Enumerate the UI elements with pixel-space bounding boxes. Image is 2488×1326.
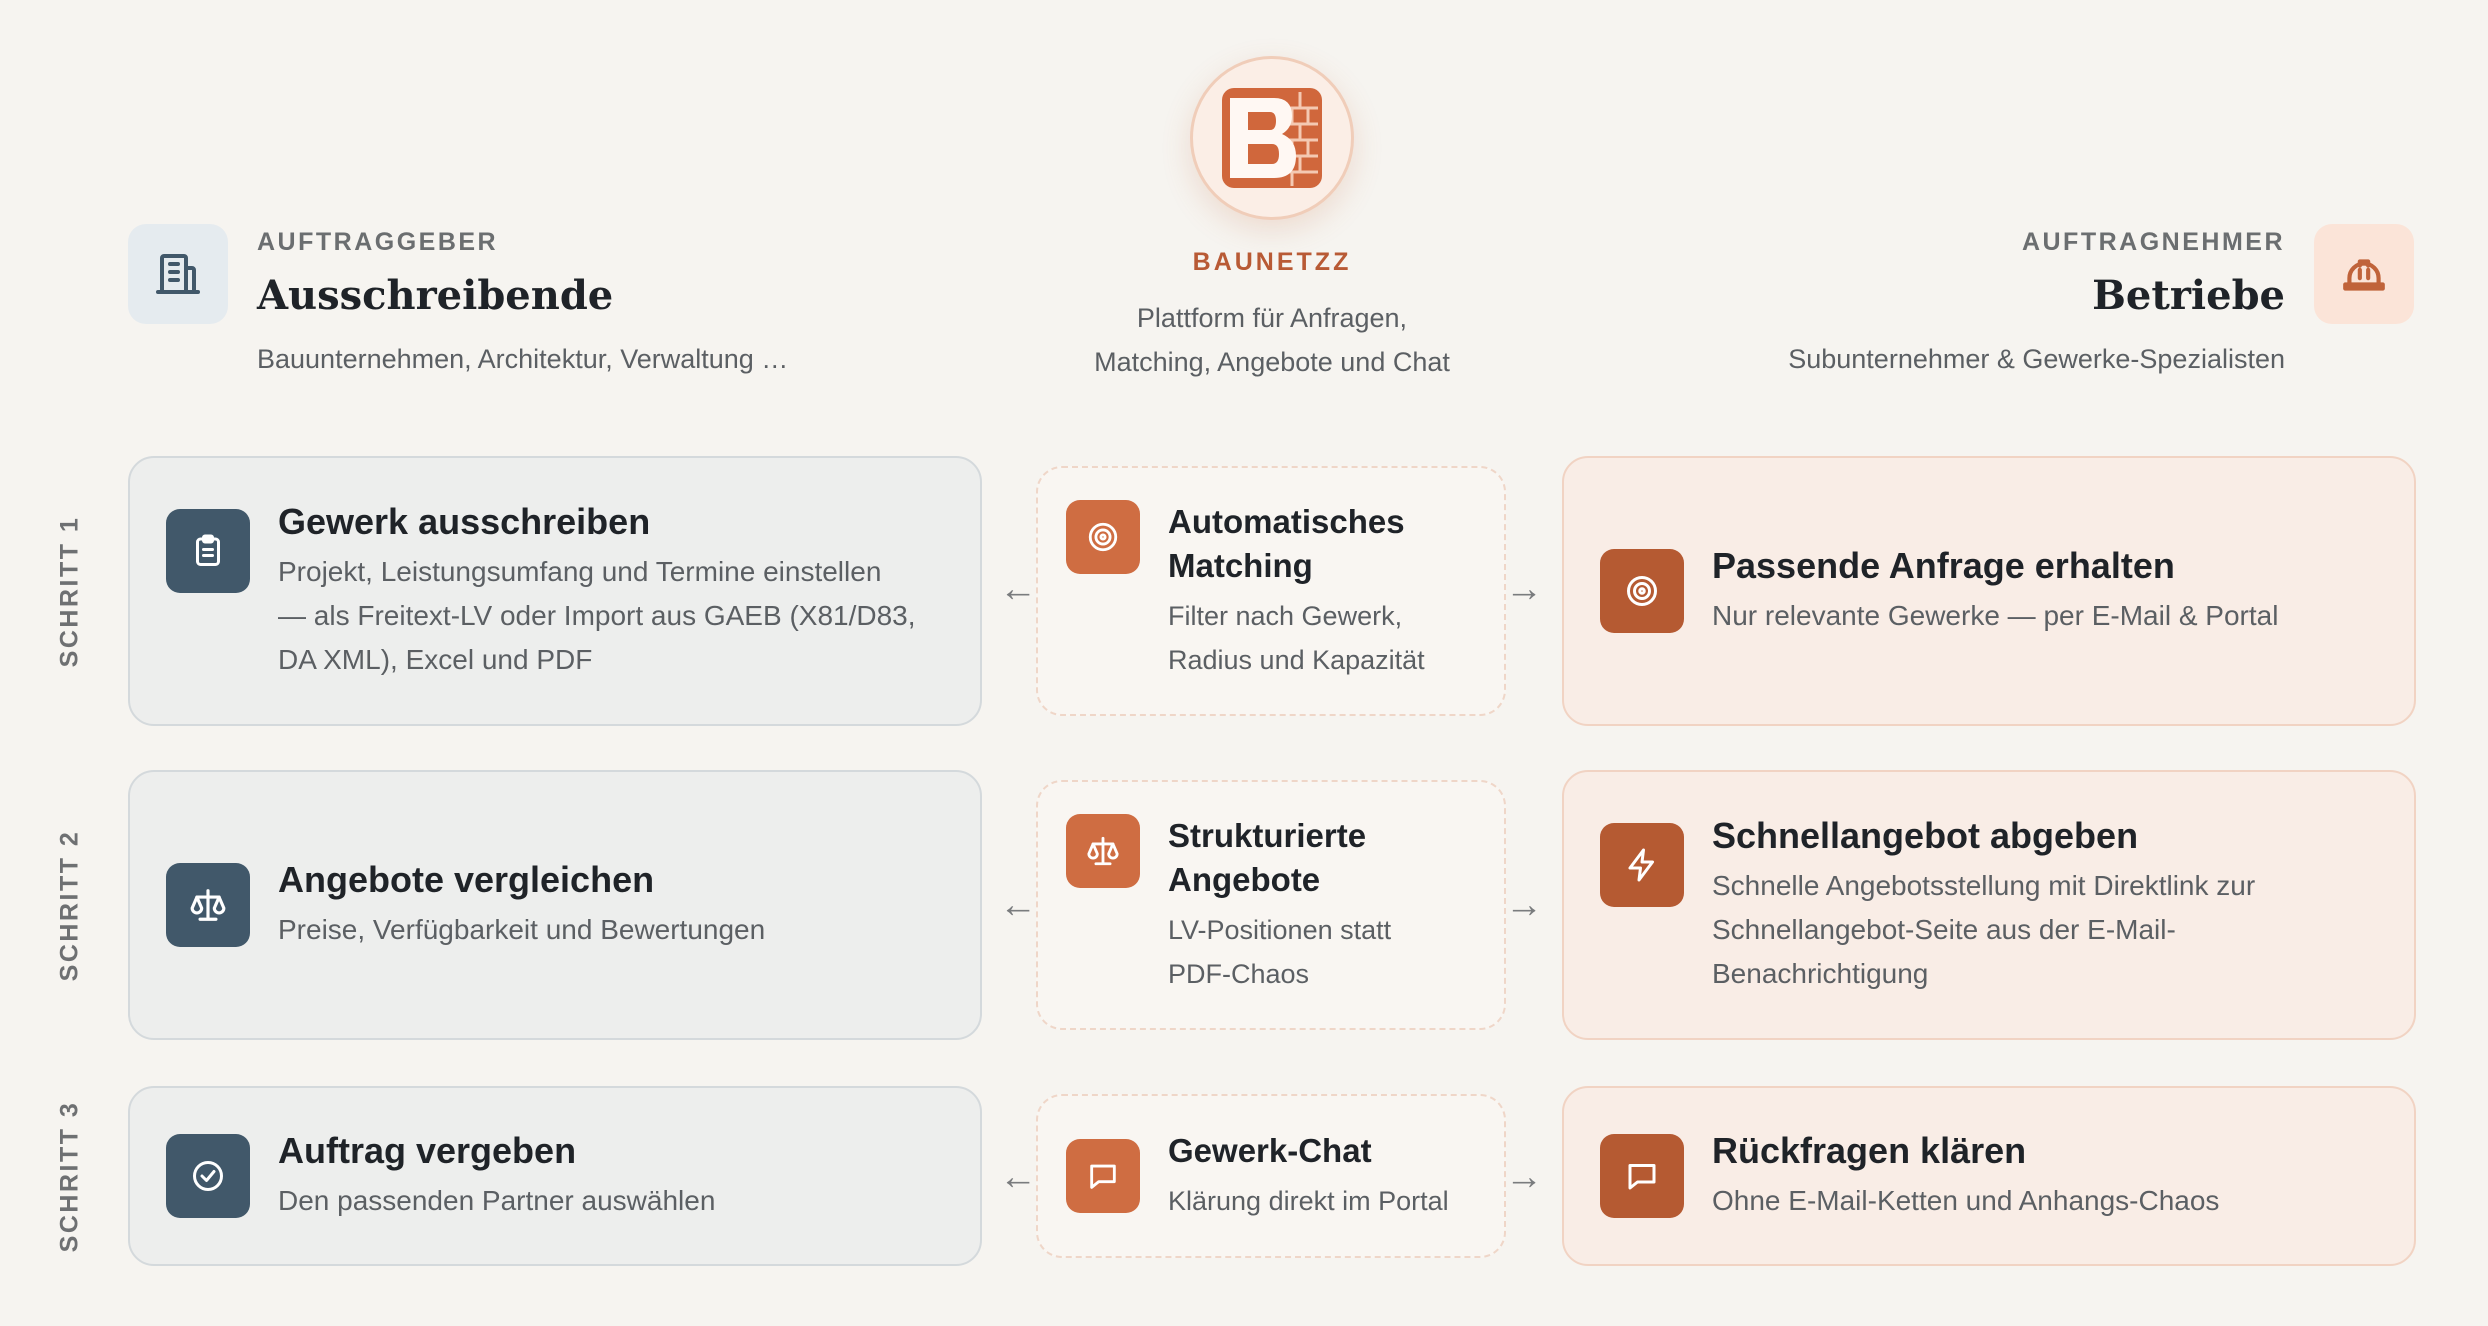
hard-hat-icon (2343, 259, 2385, 291)
step1-right-title: Passende Anfrage erhalten (1712, 545, 2175, 586)
step1-mid-card: Automatisches Matching Filter nach Gewer… (1036, 466, 1506, 716)
step2-left-card: Angebote vergleichen Preise, Verfügbarke… (128, 770, 982, 1040)
clipboard-icon-tile (166, 509, 250, 593)
step3-mid-desc: Klärung direkt im Portal (1168, 1186, 1449, 1216)
step2-mid-card: Strukturierte Angebote LV-Positionen sta… (1036, 780, 1506, 1030)
right-role-eyebrow: AUFTRAGNEHMER (2021, 228, 2285, 256)
step2-mid-desc: LV-Positionen statt PDF-Chaos (1168, 915, 1392, 989)
right-role-title: Betriebe (2092, 272, 2285, 319)
step-label-3: SCHRITT 3 (55, 1100, 84, 1252)
arrow-left-icon: ← (999, 568, 1037, 610)
step3-mid-title: Gewerk-Chat (1168, 1132, 1372, 1169)
scale-icon-tile (166, 863, 250, 947)
step3-right-title: Rückfragen klären (1712, 1130, 2027, 1171)
left-role-eyebrow: AUFTRAGGEBER (257, 228, 499, 256)
step-label-1: SCHRITT 1 (55, 515, 84, 667)
brand-name: BAUNETZZ (1192, 248, 1352, 276)
right-role-subtitle: Subunternehmer & Gewerke-Spezialisten (1788, 344, 2285, 374)
lightning-icon (1628, 848, 1654, 882)
step1-left-desc: Projekt, Leistungsumfang und Termine ein… (278, 556, 916, 675)
arrow-right-icon: → (1505, 884, 1543, 926)
step3-left-card: Auftrag vergeben Den passenden Partner a… (128, 1086, 982, 1266)
clipboard-icon (196, 534, 220, 566)
step1-mid-title: Automatisches Matching (1168, 503, 1405, 584)
step2-left-desc: Preise, Verfügbarkeit und Bewertungen (278, 914, 766, 945)
arrow-left-icon: ← (999, 884, 1037, 926)
step-label-2: SCHRITT 2 (55, 829, 84, 981)
target-icon-tile (1066, 500, 1140, 574)
check-circle-icon (193, 1161, 223, 1191)
step2-right-desc: Schnelle Angebotsstellung mit Direktlink… (1712, 870, 2256, 989)
step3-right-desc: Ohne E-Mail-Ketten und Anhangs-Chaos (1712, 1185, 2220, 1216)
step2-left-title: Angebote vergleichen (278, 859, 655, 900)
brand-subtitle: Plattform für Anfragen, Matching, Angebo… (1094, 303, 1450, 377)
left-role-title: Ausschreibende (257, 272, 614, 319)
building-icon-tile (128, 224, 228, 324)
step1-mid-desc: Filter nach Gewerk, Radius und Kapazität (1168, 601, 1425, 675)
target-icon (1088, 522, 1118, 552)
lightning-icon-tile (1600, 823, 1684, 907)
target-icon-tile (1600, 549, 1684, 633)
step3-left-desc: Den passenden Partner auswählen (278, 1185, 716, 1216)
step3-mid-card: Gewerk-Chat Klärung direkt im Portal (1036, 1094, 1506, 1258)
step1-right-desc: Nur relevante Gewerke — per E-Mail & Por… (1712, 600, 2279, 631)
chat-icon (1090, 1164, 1116, 1189)
step3-left-title: Auftrag vergeben (278, 1130, 577, 1171)
step2-right-title: Schnellangebot abgeben (1712, 815, 2139, 856)
baunetzz-logo (1190, 56, 1354, 220)
target-icon (1627, 576, 1657, 606)
step1-left-card: Gewerk ausschreiben Projekt, Leistungsum… (128, 456, 982, 726)
scale-icon (190, 889, 226, 921)
brick-b-logo-icon (1222, 88, 1322, 188)
arrow-left-icon: ← (999, 1156, 1037, 1198)
hard-hat-icon-tile (2314, 224, 2414, 324)
step2-mid-title: Strukturierte Angebote (1168, 817, 1367, 898)
chat-icon (1628, 1164, 1656, 1190)
chat-icon-tile (1600, 1134, 1684, 1218)
step1-right-card: Passende Anfrage erhalten Nur relevante … (1562, 456, 2416, 726)
check-circle-icon-tile (166, 1134, 250, 1218)
step1-left-title: Gewerk ausschreiben (278, 501, 651, 542)
chat-icon-tile (1066, 1139, 1140, 1213)
left-role-subtitle: Bauunternehmen, Architektur, Verwaltung … (257, 344, 789, 374)
step3-right-card: Rückfragen klären Ohne E-Mail-Ketten und… (1562, 1086, 2416, 1266)
building-icon (156, 254, 200, 294)
scale-icon-tile (1066, 814, 1140, 888)
arrow-right-icon: → (1505, 1156, 1543, 1198)
arrow-right-icon: → (1505, 568, 1543, 610)
scale-icon (1087, 836, 1119, 866)
step2-right-card: Schnellangebot abgeben Schnelle Angebots… (1562, 770, 2416, 1040)
